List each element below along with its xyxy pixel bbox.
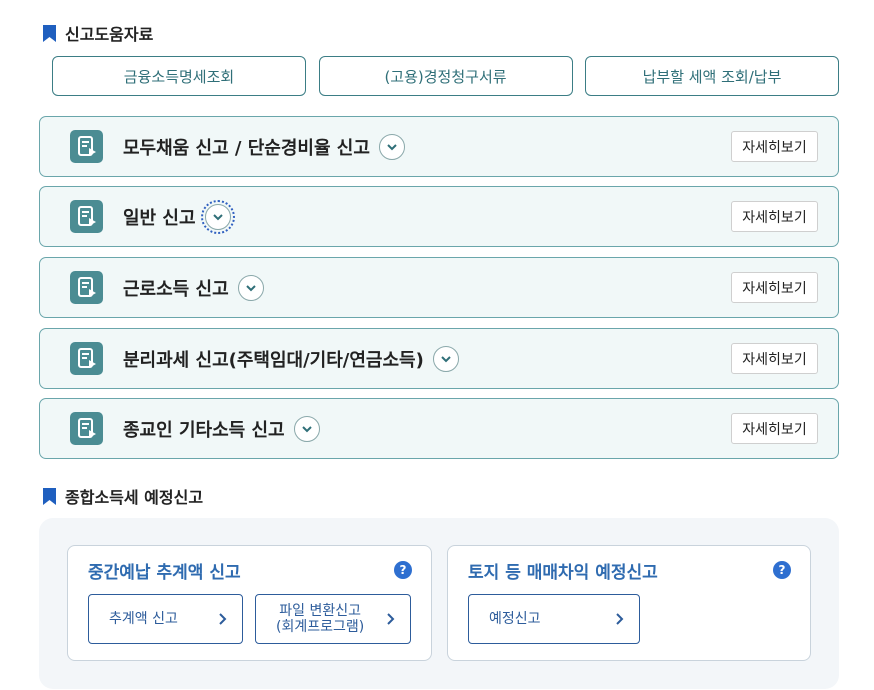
chevron-right-icon <box>219 613 227 625</box>
accordion-separate-taxation-filing[interactable]: 분리과세 신고(주택임대/기타/연금소득) 자세히보기 <box>39 328 839 389</box>
correction-claim-documents-button[interactable]: (고용)경정청구서류 <box>318 56 573 96</box>
help-materials-buttons: 금융소득명세조회 (고용)경정청구서류 납부할 세액 조회/납부 <box>52 56 839 96</box>
document-submit-icon <box>70 412 103 445</box>
section-title-label: 종합소득세 예정신고 <box>65 488 204 507</box>
button-label: 예정신고 <box>489 611 541 627</box>
accordion-title-label: 모두채움 신고 / 단순경비율 신고 <box>123 137 370 159</box>
accordion-simple-filing[interactable]: 모두채움 신고 / 단순경비율 신고 자세히보기 <box>39 116 839 177</box>
section-title-estimated-filing: 종합소득세 예정신고 <box>43 484 203 508</box>
card-land-sale-profit: 토지 등 매매차익 예정신고 ? 예정신고 <box>447 545 811 661</box>
accordion-title: 근로소득 신고 <box>123 274 264 301</box>
chevron-right-icon <box>616 613 624 625</box>
document-submit-icon <box>70 271 103 304</box>
accordion-earned-income-filing[interactable]: 근로소득 신고 자세히보기 <box>39 257 839 318</box>
bookmark-icon <box>43 487 56 505</box>
button-label: 파일 변환신고 (회계프로그램) <box>276 603 364 635</box>
section-title-help-materials: 신고도움자료 <box>43 21 153 45</box>
document-submit-icon <box>70 342 103 375</box>
accordion-title-label: 일반 신고 <box>123 207 196 229</box>
chevron-down-icon[interactable] <box>200 199 235 234</box>
chevron-down-icon[interactable] <box>293 415 320 442</box>
help-icon[interactable]: ? <box>394 561 412 579</box>
card-interim-prepayment: 중간예납 추계액 신고 ? 추계액 신고 파일 변환신고 (회계프로그램) <box>67 545 432 661</box>
button-label: 추계액 신고 <box>109 611 178 627</box>
file-conversion-filing-button[interactable]: 파일 변환신고 (회계프로그램) <box>255 594 411 644</box>
detail-button[interactable]: 자세히보기 <box>731 131 818 162</box>
chevron-down-icon[interactable] <box>432 345 459 372</box>
estimated-amount-filing-button[interactable]: 추계액 신고 <box>88 594 243 644</box>
detail-button[interactable]: 자세히보기 <box>731 201 818 232</box>
accordion-religious-income-filing[interactable]: 종교인 기타소득 신고 자세히보기 <box>39 398 839 459</box>
accordion-title-label: 종교인 기타소득 신고 <box>123 419 285 441</box>
accordion-title: 종교인 기타소득 신고 <box>123 415 320 442</box>
button-label-line2: (회계프로그램) <box>276 619 365 635</box>
detail-button[interactable]: 자세히보기 <box>731 413 818 444</box>
accordion-title: 분리과세 신고(주택임대/기타/연금소득) <box>123 345 459 372</box>
detail-button[interactable]: 자세히보기 <box>731 343 818 374</box>
accordion-title-label: 분리과세 신고(주택임대/기타/연금소득) <box>123 349 424 371</box>
bookmark-icon <box>43 24 56 42</box>
help-icon[interactable]: ? <box>773 561 791 579</box>
tax-payment-lookup-button[interactable]: 납부할 세액 조회/납부 <box>585 56 839 96</box>
card-title: 토지 등 매매차익 예정신고 <box>468 563 658 583</box>
detail-button[interactable]: 자세히보기 <box>731 272 818 303</box>
section-title-label: 신고도움자료 <box>65 25 154 44</box>
document-submit-icon <box>70 130 103 163</box>
accordion-general-filing[interactable]: 일반 신고 자세히보기 <box>39 186 839 247</box>
chevron-down-icon[interactable] <box>378 133 405 160</box>
button-label-line1: 파일 변환신고 <box>279 603 361 619</box>
accordion-title: 일반 신고 <box>123 199 235 234</box>
document-submit-icon <box>70 200 103 233</box>
chevron-right-icon <box>387 613 395 625</box>
accordion-title-label: 근로소득 신고 <box>123 278 229 300</box>
estimated-filing-panel: 중간예납 추계액 신고 ? 추계액 신고 파일 변환신고 (회계프로그램) 토지… <box>39 518 839 689</box>
estimated-filing-button[interactable]: 예정신고 <box>468 594 640 644</box>
chevron-down-icon[interactable] <box>237 274 264 301</box>
accordion-title: 모두채움 신고 / 단순경비율 신고 <box>123 133 405 160</box>
financial-income-lookup-button[interactable]: 금융소득명세조회 <box>52 56 306 96</box>
card-title: 중간예납 추계액 신고 <box>88 563 241 583</box>
